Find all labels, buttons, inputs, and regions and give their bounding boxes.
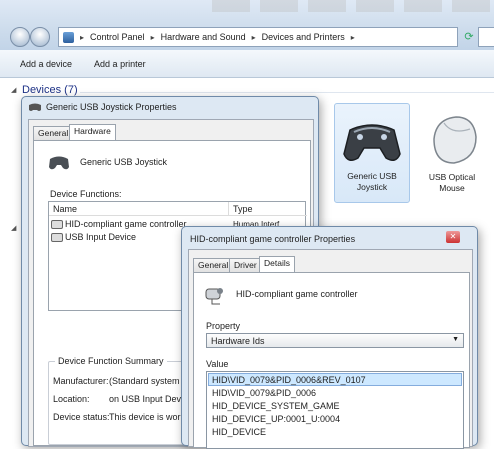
game-controller-icon (205, 288, 223, 305)
device-functions-label: Device Functions: (50, 189, 122, 199)
list-item-selected[interactable]: HID\VID_0079&PID_0006&REV_0107 (208, 373, 462, 386)
search-input[interactable] (478, 27, 494, 47)
tab-general[interactable]: General (33, 126, 74, 140)
refresh-icon[interactable]: ⟳ (462, 28, 476, 46)
close-icon[interactable]: ✕ (446, 231, 460, 243)
device-tile-label: Mouse (439, 183, 465, 193)
background-window-ghost (212, 0, 494, 12)
manufacturer-label: Manufacturer: (53, 376, 109, 386)
breadcrumb-devices-and-printers[interactable]: Devices and Printers (262, 32, 345, 42)
device-tile-label: Joystick (356, 182, 388, 192)
gamepad-icon (49, 156, 69, 170)
tab-general[interactable]: General (193, 258, 234, 272)
list-item[interactable]: HID_DEVICE_UP:0001_U:0004 (208, 413, 344, 425)
hid-properties-dialog: HID-compliant game controller Properties… (181, 226, 478, 449)
tab-hardware[interactable]: Hardware (69, 124, 116, 140)
device-status-label: Device status: (53, 412, 110, 422)
device-tile-usb-optical-mouse[interactable]: USB Optical Mouse (414, 103, 490, 203)
location-label: Location: (53, 394, 90, 404)
list-item[interactable]: HID_DEVICE (208, 426, 270, 438)
device-icon (51, 232, 63, 242)
tab-driver[interactable]: Driver (229, 258, 262, 272)
property-label: Property (206, 321, 241, 331)
collapse-icon[interactable]: ◢ (11, 86, 16, 94)
device-tile-generic-usb-joystick[interactable]: Generic USB Joystick (334, 103, 410, 203)
back-button[interactable] (10, 27, 30, 47)
chevron-right-icon[interactable]: ▸ (351, 33, 355, 42)
device-tile-label: Generic USB (347, 171, 397, 181)
collapse-icon[interactable]: ◢ (11, 224, 16, 232)
tab-details[interactable]: Details (259, 256, 295, 272)
summary-label: Device Function Summary (55, 356, 167, 366)
gamepad-icon (29, 103, 41, 111)
column-header-name[interactable]: Name (49, 202, 229, 216)
device-tile-label: USB Optical (428, 172, 476, 182)
device-name: HID-compliant game controller (236, 289, 358, 299)
gamepad-icon (343, 124, 401, 161)
location-value: on USB Input Device (109, 394, 193, 404)
property-select[interactable]: Hardware Ids ▼ (206, 333, 464, 348)
breadcrumb-hardware-and-sound[interactable]: Hardware and Sound (161, 32, 246, 42)
mouse-icon (433, 116, 477, 164)
add-printer-button[interactable]: Add a printer (94, 59, 146, 69)
dialog-title: Generic USB Joystick Properties (46, 102, 177, 112)
devices-heading[interactable]: Devices (7) (22, 84, 78, 96)
chevron-right-icon[interactable]: ▸ (252, 33, 256, 42)
section-divider (80, 92, 494, 93)
chevron-right-icon[interactable]: ▸ (151, 33, 155, 42)
chevron-down-icon[interactable]: ▼ (452, 336, 459, 343)
value-list[interactable]: HID\VID_0079&PID_0006&REV_0107 HID\VID_0… (206, 371, 464, 449)
address-bar[interactable]: ▸ Control Panel ▸ Hardware and Sound ▸ D… (58, 27, 458, 47)
dialog-titlebar: Generic USB Joystick Properties (28, 102, 177, 112)
details-panel: HID-compliant game controller Property H… (193, 272, 470, 449)
list-item[interactable]: HID\VID_0079&PID_0006 (208, 387, 320, 399)
chevron-right-icon[interactable]: ▸ (80, 33, 84, 42)
breadcrumb-control-panel[interactable]: Control Panel (90, 32, 145, 42)
device-name: Generic USB Joystick (80, 157, 168, 167)
dialog-title: HID-compliant game controller Properties (190, 234, 356, 244)
column-header-type[interactable]: Type (229, 202, 307, 216)
command-bar: Add a device Add a printer (0, 50, 494, 78)
control-panel-icon (63, 31, 74, 43)
list-item[interactable]: HID_DEVICE_SYSTEM_GAME (208, 400, 344, 412)
add-device-button[interactable]: Add a device (20, 59, 72, 69)
device-icon (51, 219, 63, 229)
forward-button[interactable] (30, 27, 50, 47)
value-label: Value (206, 359, 229, 369)
property-select-value: Hardware Ids (211, 335, 265, 346)
